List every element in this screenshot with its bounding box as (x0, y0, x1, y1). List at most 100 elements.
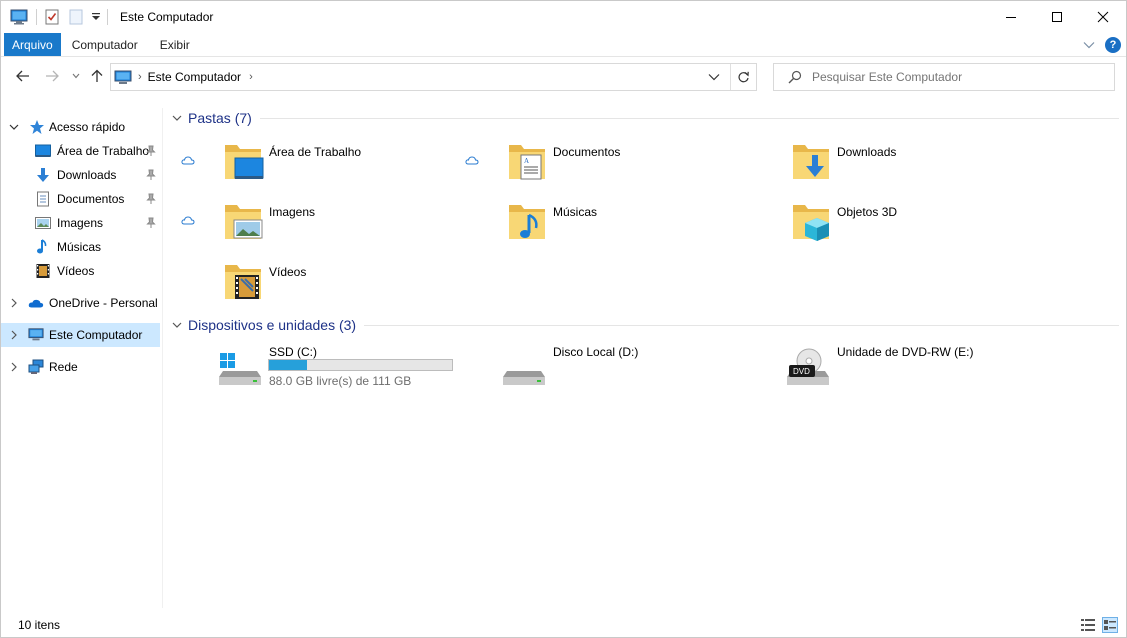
properties-check-icon[interactable] (43, 8, 61, 26)
folder-tile-downloads[interactable]: Downloads (737, 141, 1007, 197)
group-header-pastas[interactable]: Pastas (7) (169, 108, 1119, 128)
explorer-window: Este Computador Arquivo Computador Exibi… (0, 0, 1127, 638)
cloud-status-icon (181, 216, 195, 225)
sidebar-item-imagens[interactable]: Imagens (1, 211, 160, 235)
pictures-folder-icon (225, 205, 263, 239)
expand-ribbon-chevron-icon[interactable] (1083, 38, 1095, 52)
computer-icon (114, 70, 132, 85)
close-button[interactable] (1080, 1, 1126, 33)
search-input[interactable] (812, 70, 1112, 84)
folder-tile-area-de-trabalho[interactable]: Área de Trabalho (169, 141, 439, 197)
drive-tile-dvd-e[interactable]: DVD Unidade de DVD-RW (E:) (737, 345, 1017, 395)
sidebar-item-label: Músicas (57, 240, 102, 254)
sidebar-item-acesso-rapido[interactable]: Acesso rápido (1, 115, 160, 139)
up-arrow-icon[interactable] (89, 68, 105, 84)
pin-icon[interactable] (146, 217, 156, 229)
tab-exibir[interactable]: Exibir (149, 33, 201, 56)
sidebar-item-onedrive[interactable]: OneDrive - Personal (1, 291, 160, 315)
star-icon (30, 120, 44, 134)
dvd-drive-icon: DVD (787, 348, 829, 385)
folder-label: Imagens (269, 205, 316, 219)
folder-tile-documentos[interactable]: A Documentos (453, 141, 723, 197)
forward-arrow-icon[interactable] (44, 68, 60, 84)
item-count: 10 itens (18, 618, 61, 632)
help-icon[interactable]: ? (1105, 37, 1121, 53)
navigation-pane: Acesso rápido Área de Trabalho Downloads… (1, 108, 163, 608)
folder-tile-videos[interactable]: Vídeos (169, 261, 439, 317)
search-box[interactable] (773, 63, 1115, 91)
folder-label: Vídeos (269, 265, 307, 279)
sidebar-item-label: Rede (49, 360, 78, 374)
sidebar-item-downloads[interactable]: Downloads (1, 163, 160, 187)
sidebar-item-label: Vídeos (57, 264, 95, 278)
pin-icon[interactable] (146, 169, 156, 181)
pictures-icon (35, 217, 51, 229)
back-arrow-icon[interactable] (15, 68, 31, 84)
folder-label: Documentos (553, 145, 621, 159)
address-bar[interactable]: › Este Computador › (110, 63, 757, 91)
music-folder-icon (509, 205, 545, 239)
documents-folder-icon: A (509, 145, 545, 180)
drive-tile-disco-local-d[interactable]: Disco Local (D:) (453, 345, 733, 395)
tab-computador[interactable]: Computador (61, 33, 149, 56)
chevron-down-icon[interactable] (172, 320, 182, 330)
details-view-icon[interactable] (1080, 617, 1096, 633)
sidebar-item-este-computador[interactable]: Este Computador (1, 323, 160, 347)
tiles-view-icon[interactable] (1102, 617, 1118, 633)
sidebar-item-label: Acesso rápido (49, 120, 126, 134)
chevron-down-icon[interactable] (172, 113, 182, 123)
drive-tile-ssd-c[interactable]: SSD (C:) 88.0 GB livre(s) de 111 GB (169, 345, 453, 395)
sidebar-item-label: Este Computador (49, 328, 143, 342)
sidebar-item-rede[interactable]: Rede (1, 355, 160, 379)
group-title: Dispositivos e unidades (3) (188, 317, 357, 333)
dvd-badge: DVD (793, 367, 810, 376)
onedrive-cloud-icon (28, 299, 44, 308)
sidebar-item-area-de-trabalho[interactable]: Área de Trabalho (1, 139, 160, 163)
chevron-right-icon[interactable] (9, 298, 19, 308)
desktop-icon (35, 144, 51, 157)
hard-drive-icon (503, 371, 545, 385)
ribbon-tabs: Arquivo Computador Exibir ? (1, 33, 1126, 57)
breadcrumb-separator-icon[interactable]: › (249, 71, 253, 83)
sidebar-item-label: OneDrive - Personal (49, 296, 158, 310)
folder-tile-musicas[interactable]: Músicas (453, 201, 723, 257)
customize-toolbar-dropdown-icon[interactable] (91, 8, 101, 26)
refresh-button[interactable] (730, 64, 756, 90)
cloud-status-icon (181, 156, 195, 165)
close-icon (1097, 11, 1109, 23)
ribbon-right-controls: ? (1083, 33, 1124, 57)
drive-free-space: 88.0 GB livre(s) de 111 GB (269, 374, 412, 388)
sidebar-item-documentos[interactable]: Documentos (1, 187, 160, 211)
group-header-dispositivos[interactable]: Dispositivos e unidades (3) (169, 315, 1119, 335)
recent-locations-chevron-icon[interactable] (68, 68, 84, 84)
group-divider (364, 324, 1119, 326)
breadcrumb-este-computador[interactable]: Este Computador (148, 70, 241, 84)
computer-icon[interactable] (10, 8, 28, 26)
pin-icon[interactable] (146, 145, 156, 157)
new-folder-icon[interactable] (67, 8, 85, 26)
chevron-right-icon[interactable] (9, 330, 19, 340)
videos-folder-icon (225, 265, 261, 299)
sidebar-item-label: Documentos (57, 192, 125, 206)
chevron-down-icon[interactable] (9, 122, 19, 132)
breadcrumb-separator-icon[interactable]: › (138, 71, 142, 83)
pin-icon[interactable] (146, 193, 156, 205)
folder-tile-imagens[interactable]: Imagens (169, 201, 439, 257)
tab-arquivo[interactable]: Arquivo (4, 33, 61, 56)
group-title: Pastas (7) (188, 110, 252, 126)
folder-label: Músicas (553, 205, 598, 219)
address-history-dropdown-icon[interactable] (708, 70, 722, 84)
group-divider (259, 117, 1119, 119)
chevron-right-icon[interactable] (9, 362, 19, 372)
sidebar-item-label: Imagens (57, 216, 104, 230)
downloads-folder-icon (793, 145, 829, 179)
sidebar-item-musicas[interactable]: Músicas (1, 235, 160, 259)
maximize-button[interactable] (1034, 1, 1080, 33)
drive-label: SSD (C:) (269, 345, 317, 359)
folder-tile-objetos-3d[interactable]: Objetos 3D (737, 201, 1007, 257)
content-pane: Pastas (7) Área de Trabalho A Documentos… (169, 101, 1124, 606)
desktop-folder-icon (225, 145, 264, 179)
minimize-button[interactable] (988, 1, 1034, 33)
quick-access-toolbar: Este Computador (10, 1, 213, 33)
sidebar-item-videos[interactable]: Vídeos (1, 259, 160, 283)
